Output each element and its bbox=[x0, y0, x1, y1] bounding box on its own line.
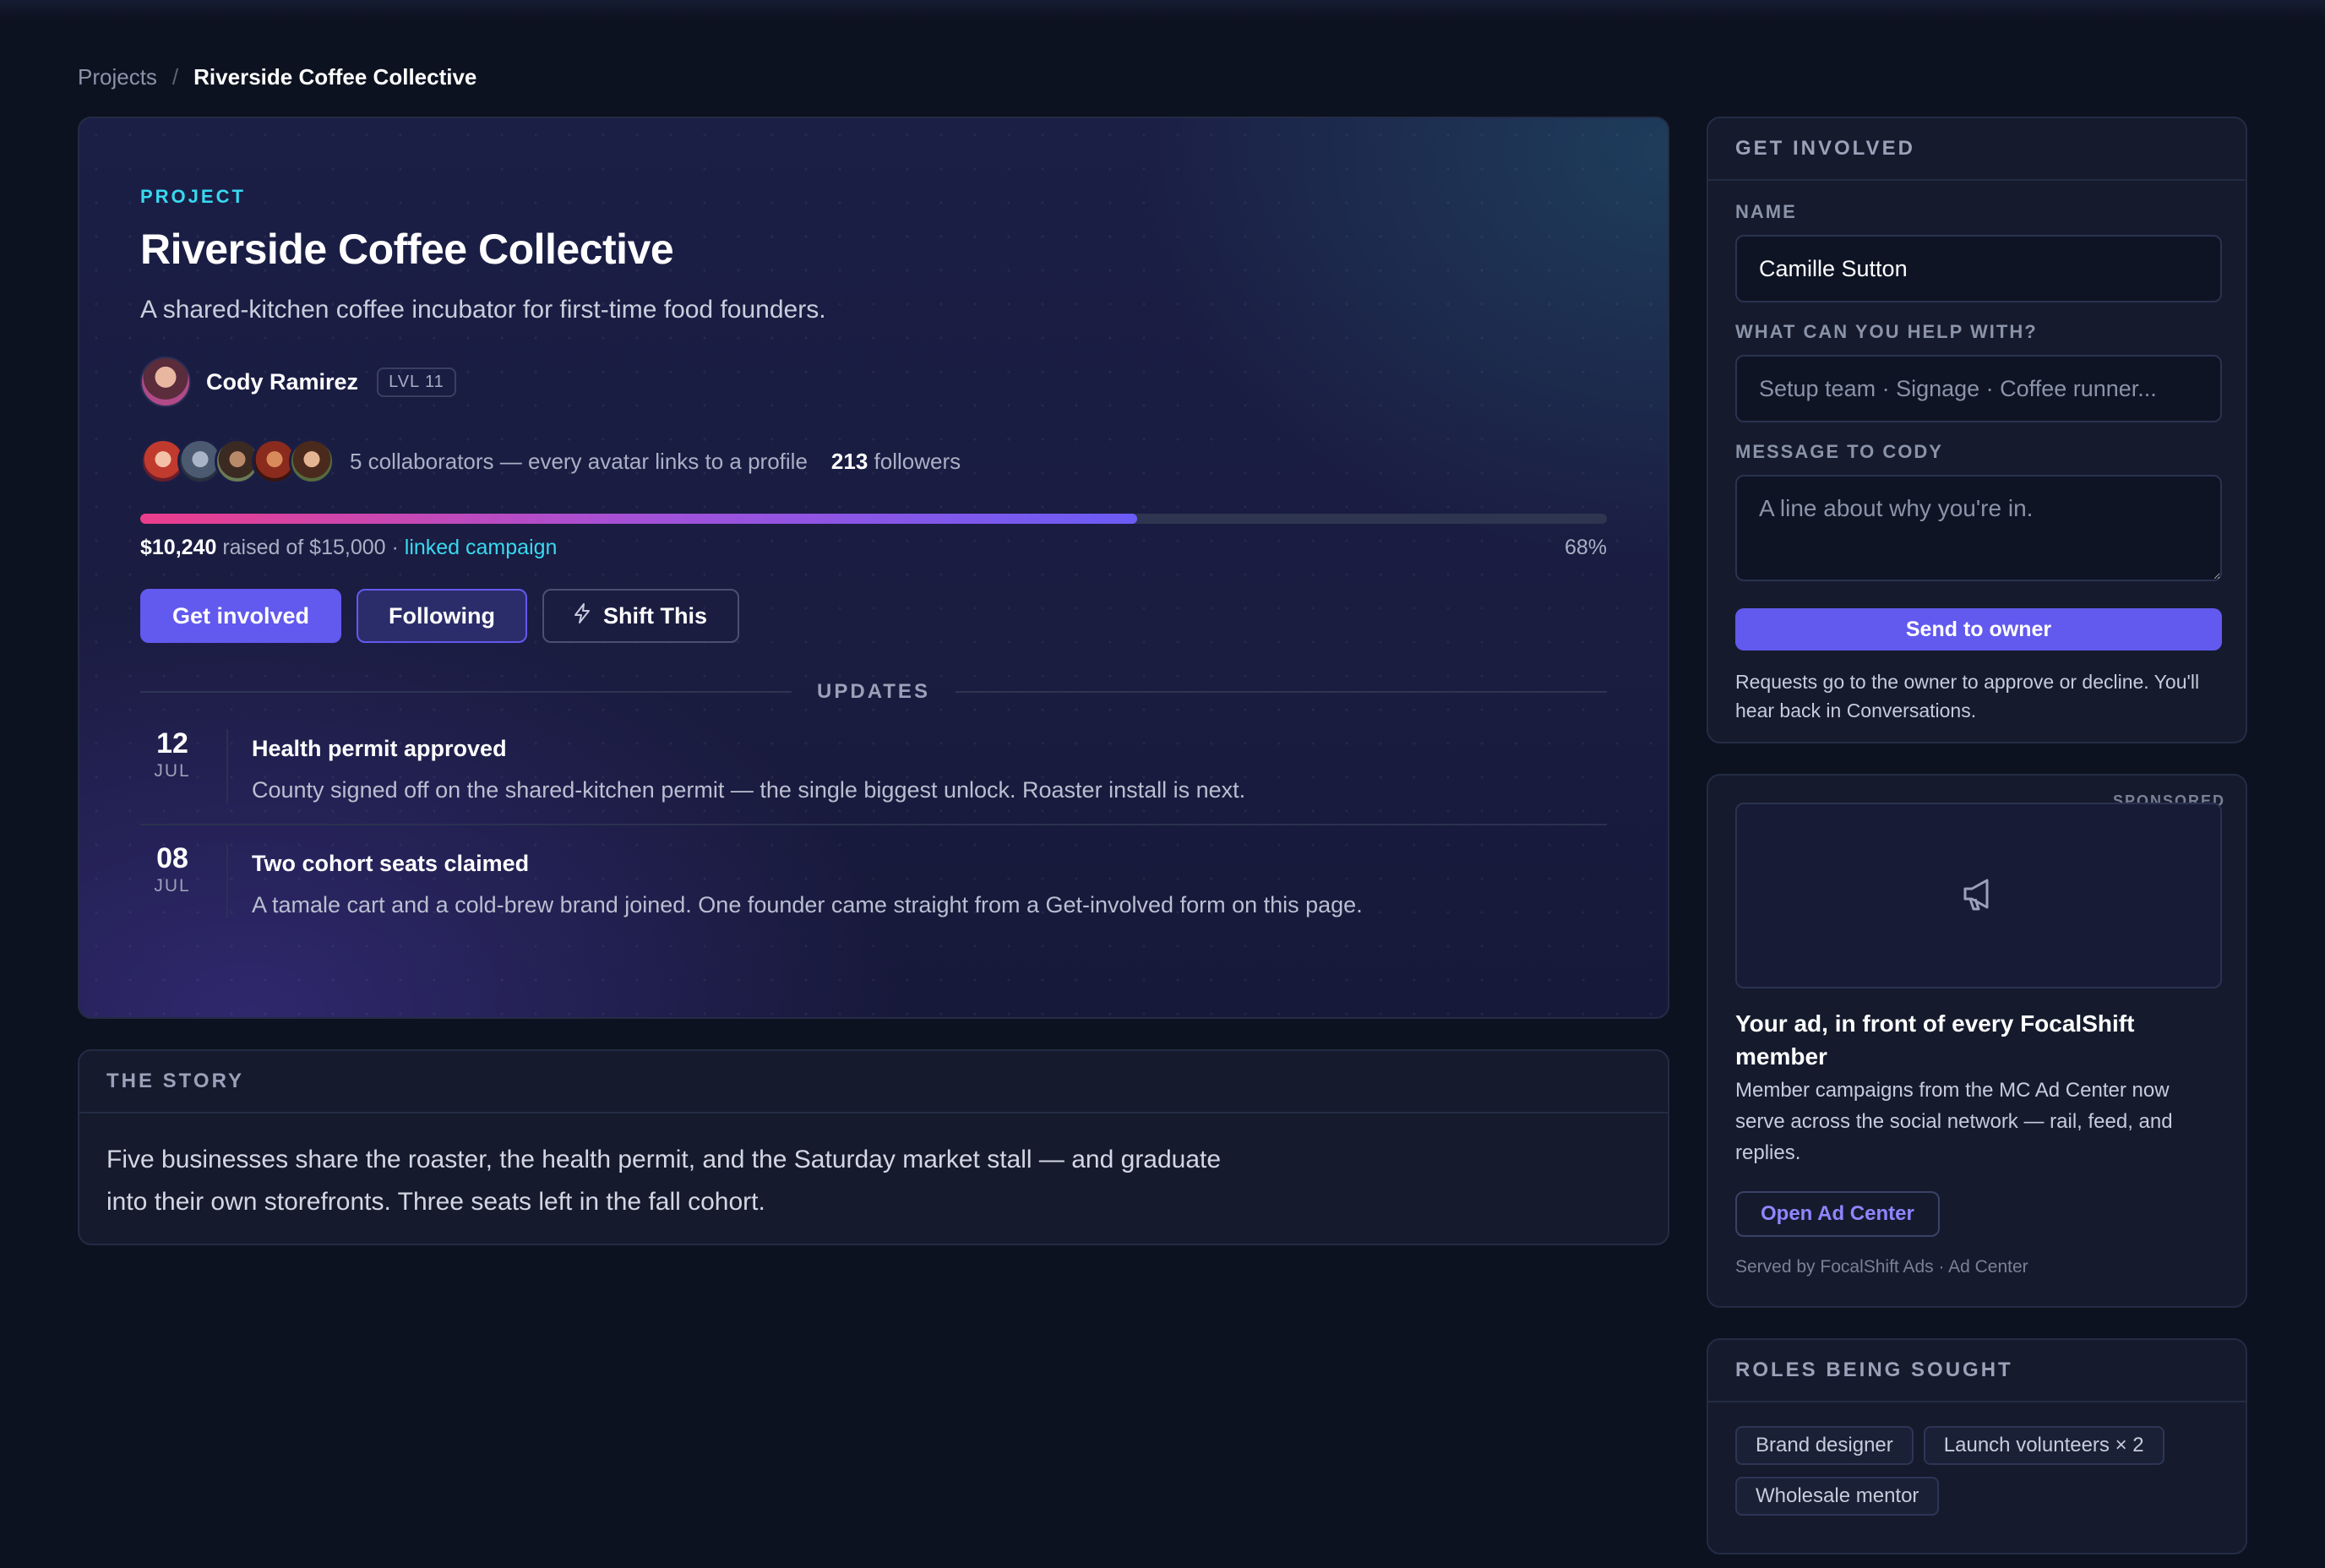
update-date: 08 JUL bbox=[140, 844, 204, 918]
ad-text: Member campaigns from the MC Ad Center n… bbox=[1735, 1079, 2173, 1164]
divider bbox=[955, 691, 1607, 693]
followers-label: followers bbox=[874, 448, 961, 474]
sponsored-ad-panel: SPONSORED Your ad, in front of every Foc… bbox=[1707, 774, 2247, 1308]
owner-avatar[interactable] bbox=[140, 357, 191, 407]
update-day: 08 bbox=[156, 842, 188, 874]
role-chip[interactable]: Launch volunteers × 2 bbox=[1923, 1426, 2164, 1465]
story-text: Five businesses share the roaster, the h… bbox=[106, 1146, 1222, 1216]
update-body: Health permit approved County signed off… bbox=[226, 729, 1245, 803]
funding-percent: 68% bbox=[1564, 536, 1607, 559]
help-input[interactable] bbox=[1735, 355, 2222, 422]
roles-panel: ROLES BEING SOUGHT Brand designer Launch… bbox=[1707, 1338, 2247, 1554]
update-title: Health permit approved bbox=[252, 736, 507, 761]
send-to-owner-button[interactable]: Send to owner bbox=[1735, 608, 2222, 651]
followers-number: 213 bbox=[830, 448, 868, 474]
roles-heading: ROLES BEING SOUGHT bbox=[1708, 1340, 2246, 1402]
ad-title: Your ad, in front of every FocalShift me… bbox=[1735, 1010, 2135, 1070]
update-day: 12 bbox=[156, 727, 188, 760]
followers-count: 213 followers bbox=[831, 449, 961, 475]
get-involved-form: NAME WHAT CAN YOU HELP WITH? MESSAGE TO … bbox=[1708, 181, 2246, 725]
story-panel: THE STORY Five businesses share the roas… bbox=[78, 1049, 1669, 1245]
name-input[interactable] bbox=[1735, 235, 2222, 302]
role-chip[interactable]: Brand designer bbox=[1735, 1426, 1914, 1465]
update-body: Two cohort seats claimed A tamale cart a… bbox=[226, 844, 1363, 918]
help-label: WHAT CAN YOU HELP WITH? bbox=[1735, 321, 2038, 342]
update-item: 08 JUL Two cohort seats claimed A tamale… bbox=[140, 824, 1607, 918]
breadcrumb-separator: / bbox=[172, 64, 179, 90]
get-involved-panel: GET INVOLVED NAME WHAT CAN YOU HELP WITH… bbox=[1707, 117, 2247, 743]
updates-label: UPDATES bbox=[817, 680, 930, 703]
raised-of-text: raised of $15,000 · bbox=[222, 536, 399, 559]
breadcrumb-projects-link[interactable]: Projects bbox=[78, 64, 157, 90]
update-text: County signed off on the shared-kitchen … bbox=[252, 777, 1246, 803]
action-buttons: Get involved Following Shift This bbox=[140, 589, 1607, 643]
breadcrumb-current: Riverside Coffee Collective bbox=[193, 64, 477, 90]
raised-amount: $10,240 bbox=[140, 536, 217, 559]
collaborator-avatars bbox=[140, 438, 335, 484]
ad-footer: Served by FocalShift Ads · Ad Center bbox=[1735, 1257, 2028, 1277]
message-textarea[interactable] bbox=[1735, 475, 2222, 581]
funding-summary: $10,240 raised of $15,000 · linked campa… bbox=[140, 536, 557, 560]
funding-progress-bar bbox=[140, 514, 1607, 524]
collaborators-text: 5 collaborators — every avatar links to … bbox=[350, 448, 808, 474]
update-item: 12 JUL Health permit approved County sig… bbox=[140, 729, 1607, 824]
top-strip bbox=[0, 0, 2325, 19]
shift-this-label: Shift This bbox=[603, 602, 708, 629]
owner-name[interactable]: Cody Ramirez bbox=[206, 369, 358, 395]
roles-list: Brand designer Launch volunteers × 2 Who… bbox=[1708, 1402, 2232, 1539]
owner-row: Cody Ramirez LVL 11 bbox=[140, 357, 1607, 407]
role-chip[interactable]: Wholesale mentor bbox=[1735, 1477, 1940, 1516]
shift-this-button[interactable]: Shift This bbox=[542, 589, 740, 643]
breadcrumb: Projects / Riverside Coffee Collective bbox=[78, 64, 476, 90]
update-month: JUL bbox=[154, 876, 191, 896]
ad-media[interactable] bbox=[1735, 803, 2222, 988]
collaborators-row: 5 collaborators — every avatar links to … bbox=[140, 438, 1607, 485]
megaphone-icon bbox=[1958, 874, 1999, 918]
update-month: JUL bbox=[154, 761, 191, 781]
open-ad-center-button[interactable]: Open Ad Center bbox=[1735, 1191, 1940, 1237]
page-title: Riverside Coffee Collective bbox=[140, 226, 674, 273]
linked-campaign-link[interactable]: linked campaign bbox=[405, 536, 558, 559]
following-button[interactable]: Following bbox=[357, 589, 528, 643]
updates-header: UPDATES bbox=[140, 680, 1607, 704]
project-subtitle: A shared-kitchen coffee incubator for fi… bbox=[140, 296, 826, 324]
project-hero: PROJECT Riverside Coffee Collective A sh… bbox=[78, 117, 1669, 1019]
collaborator-avatar[interactable] bbox=[289, 438, 335, 484]
message-label: MESSAGE TO CODY bbox=[1735, 441, 1943, 462]
project-eyebrow: PROJECT bbox=[140, 186, 246, 207]
divider bbox=[140, 691, 792, 693]
get-involved-heading: GET INVOLVED bbox=[1708, 118, 2246, 181]
story-heading: THE STORY bbox=[79, 1051, 1668, 1113]
form-note: Requests go to the owner to approve or d… bbox=[1735, 671, 2200, 721]
funding-progress-fill bbox=[140, 514, 1138, 524]
name-label: NAME bbox=[1735, 201, 1797, 222]
get-involved-button[interactable]: Get involved bbox=[140, 589, 342, 643]
update-date: 12 JUL bbox=[140, 729, 204, 803]
bolt-icon bbox=[573, 602, 591, 629]
update-text: A tamale cart and a cold-brew brand join… bbox=[252, 892, 1363, 917]
funding-meta: $10,240 raised of $15,000 · linked campa… bbox=[140, 536, 1607, 560]
level-badge: LVL 11 bbox=[377, 367, 456, 397]
update-title: Two cohort seats claimed bbox=[252, 851, 530, 876]
